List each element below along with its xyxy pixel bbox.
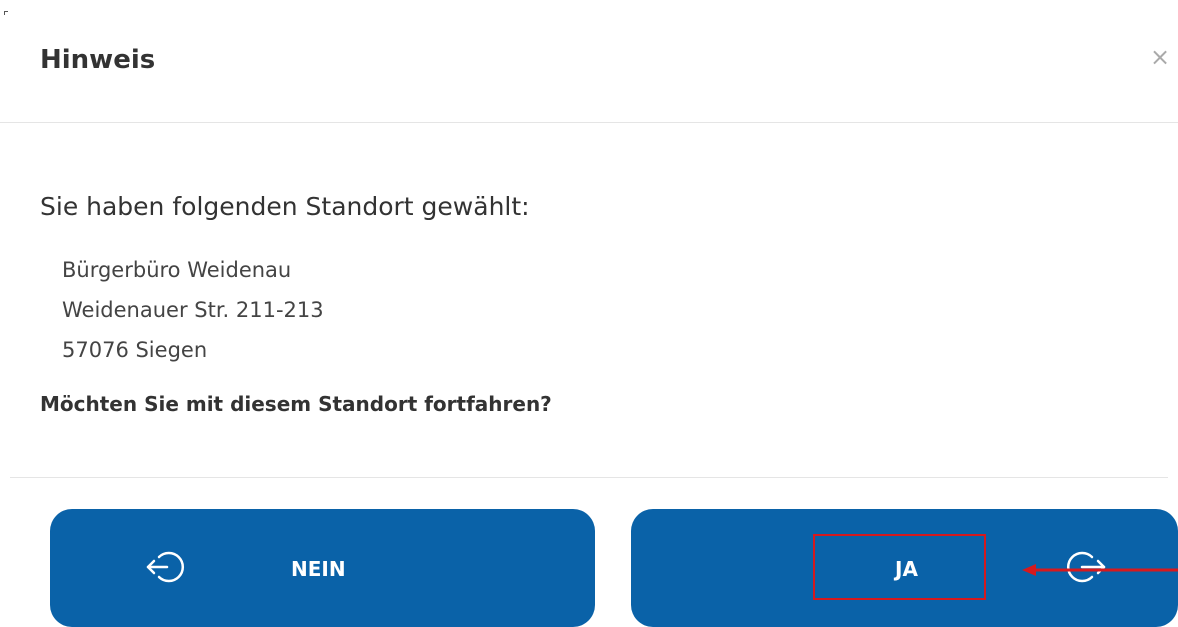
intro-text: Sie haben folgenden Standort gewählt: [40,192,530,221]
address-block: Bürgerbüro Weidenau Weidenauer Str. 211-… [62,250,324,370]
modal-header: Hinweis × [0,0,1178,123]
yes-button-label: JA [895,557,918,581]
confirm-question: Möchten Sie mit diesem Standort fortfahr… [40,392,552,416]
footer-divider [10,477,1168,478]
login-icon [1064,549,1108,589]
address-street: Weidenauer Str. 211-213 [62,298,324,322]
modal-title: Hinweis [40,45,156,75]
address-city: 57076 Siegen [62,338,208,362]
address-name: Bürgerbüro Weidenau [62,258,292,282]
no-button[interactable]: NEIN [50,509,595,627]
no-button-label: NEIN [291,557,346,581]
logout-icon [145,549,185,589]
yes-button[interactable]: JA [631,509,1178,627]
close-button[interactable]: × [1148,42,1172,72]
